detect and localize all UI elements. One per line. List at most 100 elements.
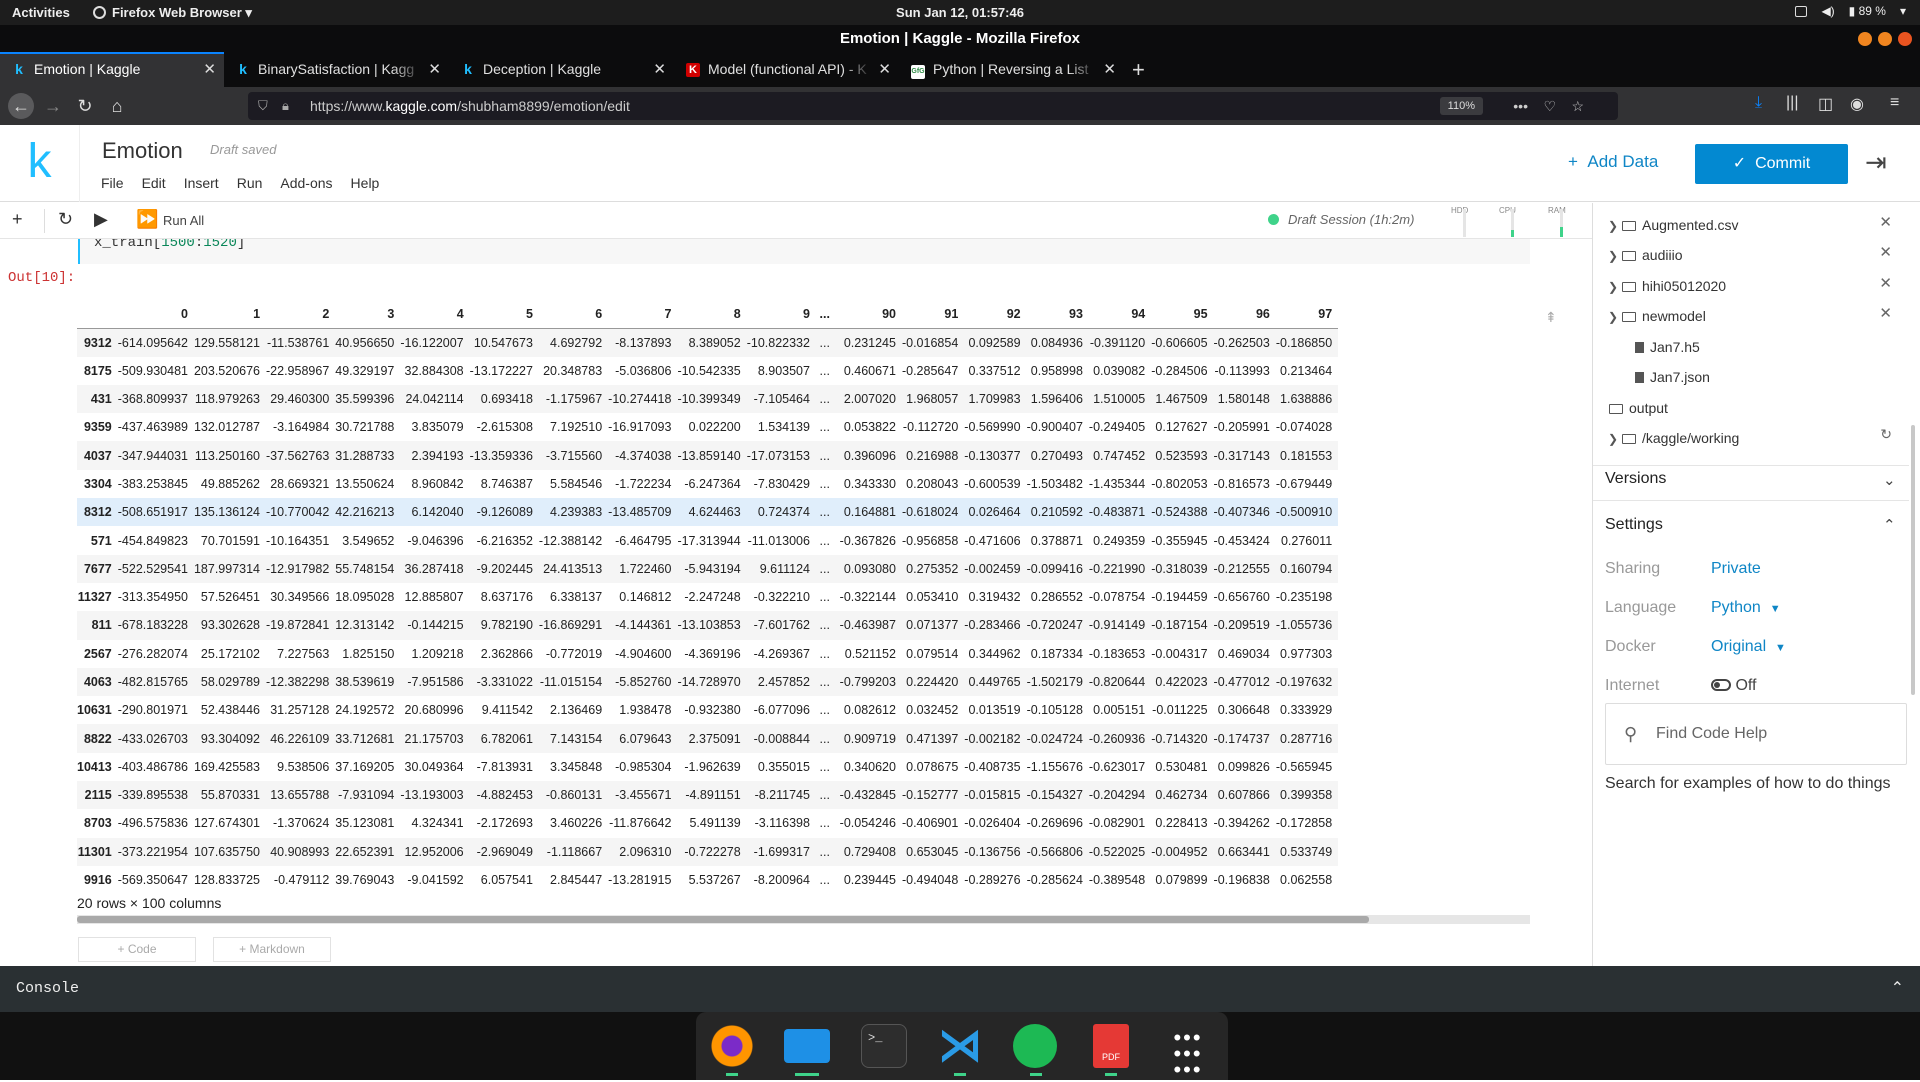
chevron-right-icon[interactable]: ❯ [1608,244,1622,268]
chevron-down-icon[interactable]: ⌄ [1883,471,1896,489]
table-cell: 1.968057 [906,392,959,407]
add-code-cell-button[interactable]: + Code [78,937,196,962]
menu-insert[interactable]: Insert [184,175,219,191]
tree-item-jan7-h5[interactable]: Jan7.h5 [1635,335,1700,359]
close-window-button[interactable] [1898,32,1912,46]
bookmark-star-icon[interactable]: ☆ [1571,92,1584,120]
pocket-icon[interactable]: ♡ [1543,92,1556,120]
shield-icon[interactable]: ⛉ [258,92,268,120]
downloads-icon[interactable]: ⤓ [1755,94,1762,112]
sharing-value[interactable]: Private [1711,560,1761,578]
remove-icon[interactable]: ✕ [1879,243,1892,261]
horizontal-scrollbar[interactable] [77,915,1530,924]
remove-icon[interactable]: ✕ [1879,274,1892,292]
files-dock-icon[interactable] [784,1029,830,1063]
tab-deception[interactable]: k Deception | Kaggle ✕ [449,52,674,87]
pdf-viewer-dock-icon[interactable]: PDF [1093,1024,1129,1068]
lock-icon[interactable]: 🔒︎ [282,92,289,120]
chevron-right-icon[interactable]: ❯ [1608,275,1622,299]
tree-item-hihi05012020[interactable]: ❯ hihi05012020 [1608,274,1726,298]
app-menu[interactable]: Firefox Web Browser ▾ [93,5,252,21]
table-cell: -0.479112 [273,873,330,888]
remove-icon[interactable]: ✕ [1879,304,1892,322]
menu-addons[interactable]: Add-ons [280,175,332,191]
menu-edit[interactable]: Edit [142,175,166,191]
notebook-title[interactable]: Emotion [102,138,183,164]
tab-fade [843,52,873,87]
tab-binarysatisfaction[interactable]: k BinarySatisfaction | Kagg ✕ [224,52,449,87]
console-bar[interactable]: Console ⌃ [0,966,1920,1012]
sidebar-icon[interactable]: ◫ [1818,94,1833,114]
page-actions-icon[interactable]: ••• [1513,92,1528,120]
tree-item-newmodel[interactable]: ❯ newmodel [1608,304,1706,328]
close-tab-icon[interactable]: ✕ [203,54,216,85]
remove-icon[interactable]: ✕ [1879,213,1892,231]
chevron-right-icon[interactable]: ❯ [1608,427,1622,451]
show-applications-icon[interactable]: ••• ••• ••• [1165,1024,1211,1081]
tree-item-jan7-json[interactable]: Jan7.json [1635,365,1710,389]
forward-arrow-icon[interactable]: → [40,93,66,119]
language-select[interactable]: Python ▼ [1711,599,1781,617]
versions-section[interactable]: Versions [1605,470,1666,488]
system-tray[interactable]: ◀) ▮ 89 % ▾ [1795,4,1906,18]
run-all-button[interactable]: Run All [163,213,204,228]
chevron-up-icon[interactable]: ⌃ [1891,966,1904,1012]
chevron-right-icon[interactable]: ❯ [1608,214,1622,238]
close-tab-icon[interactable]: ✕ [878,52,891,87]
back-arrow-icon[interactable]: ← [8,93,34,119]
tree-item-kaggle-working[interactable]: ❯ /kaggle/working [1608,426,1739,450]
collapse-panel-icon[interactable]: ⇥ [1865,147,1887,178]
tree-item-output[interactable]: output [1609,396,1668,420]
close-tab-icon[interactable]: ✕ [428,52,441,87]
table-cell: 0.355015 [757,759,810,774]
close-tab-icon[interactable]: ✕ [1103,52,1116,87]
reload-icon[interactable]: ↻ [72,93,98,119]
internet-toggle[interactable]: Off [1711,677,1757,695]
side-panel-scrollbar[interactable] [1911,425,1915,695]
tree-item-audiiio[interactable]: ❯ audiiio [1608,243,1682,267]
clock[interactable]: Sun Jan 12, 01:57:46 [0,5,1920,20]
minimize-button[interactable] [1858,32,1872,46]
menu-file[interactable]: File [101,175,124,191]
close-tab-icon[interactable]: ✕ [653,52,666,87]
output-collapse-icon[interactable]: ⇞ [1545,309,1557,326]
find-code-help-input[interactable]: ⚲ Find Code Help [1605,703,1907,765]
restart-icon[interactable]: ↻ [58,209,73,230]
kaggle-logo[interactable]: k [0,125,80,202]
add-markdown-cell-button[interactable]: + Markdown [213,937,331,962]
code-cell[interactable]: x_train[1500:1520] [78,239,1530,264]
run-cell-icon[interactable]: ▶ [94,209,108,230]
home-icon[interactable]: ⌂ [104,93,130,119]
menu-run[interactable]: Run [237,175,263,191]
table-cell: 22.652391 [335,844,395,859]
menu-help[interactable]: Help [351,175,380,191]
table-cell: -0.317143 [1213,448,1270,463]
activities-button[interactable]: Activities [12,5,70,20]
refresh-icon[interactable]: ↻ [1880,426,1892,443]
new-tab-button[interactable]: + [1132,52,1145,87]
commit-button[interactable]: ✓ Commit [1695,144,1848,184]
add-cell-icon[interactable]: + [12,209,23,230]
terminal-dock-icon[interactable]: >_ [861,1024,907,1068]
tree-item-augmented[interactable]: ❯ Augmented.csv [1608,213,1739,237]
settings-section[interactable]: Settings [1605,516,1663,534]
tab-emotion[interactable]: k Emotion | Kaggle ✕ [0,52,224,87]
vscode-dock-icon[interactable]: ⋊ [937,1024,983,1068]
scrollbar-thumb[interactable] [77,916,1369,923]
hamburger-menu-icon[interactable]: ≡ [1890,94,1899,112]
spotify-dock-icon[interactable] [1013,1024,1057,1068]
run-all-icon[interactable]: ⏩ [136,209,158,230]
firefox-dock-icon[interactable] [709,1024,755,1068]
account-icon[interactable]: ◉ [1850,94,1864,114]
docker-select[interactable]: Original ▼ [1711,638,1786,656]
add-data-button[interactable]: + Add Data [1568,152,1658,172]
library-icon[interactable]: ||| [1786,94,1798,112]
chevron-up-icon[interactable]: ⌃ [1883,516,1896,534]
tab-model-functional-api[interactable]: K Model (functional API) - K ✕ [674,52,899,87]
chevron-down-icon[interactable]: ❯ [1608,305,1622,329]
tab-python-reversing[interactable]: GfG Python | Reversing a List ✕ [899,52,1124,87]
zoom-indicator[interactable]: 110% [1439,97,1483,115]
url-bar[interactable]: ⛉ 🔒︎ https://www.kaggle.com/shubham8899/… [248,92,1618,120]
session-status[interactable]: Draft Session (1h:2m) [1268,212,1414,227]
maximize-button[interactable] [1878,32,1892,46]
